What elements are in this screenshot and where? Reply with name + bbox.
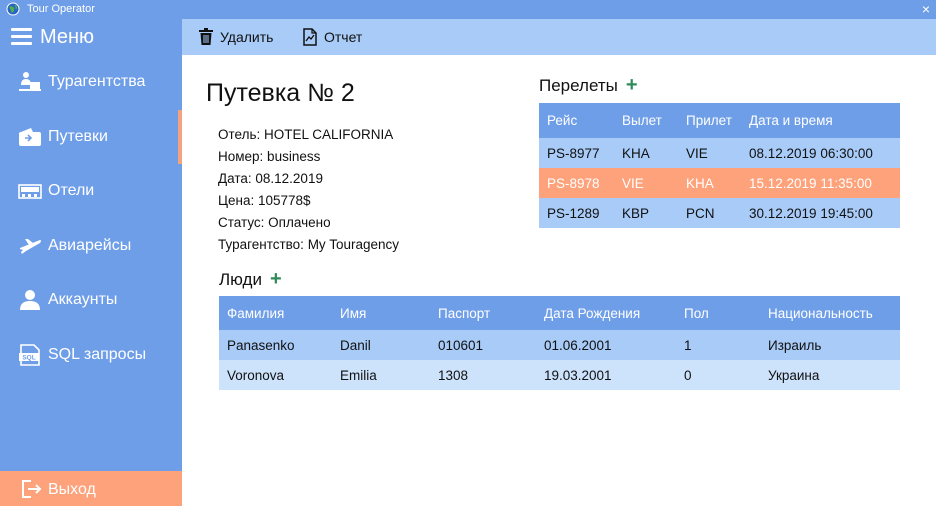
toolbar: Удалить Отчет [182, 19, 936, 55]
delete-label: Удалить [220, 29, 274, 45]
people-section-title: Люди + [219, 269, 282, 290]
table-cell: Voronova [219, 360, 332, 390]
table-row[interactable]: Voronova Emilia 1308 19.03.2001 0 Украин… [219, 360, 900, 390]
globe-icon [6, 2, 20, 16]
table-cell: PCN [678, 198, 741, 228]
table-cell: Израиль [760, 330, 900, 360]
sidebar-item-sql[interactable]: SQL SQL запросы [0, 328, 182, 382]
user-icon [20, 290, 40, 310]
column-header[interactable]: Вылет [614, 103, 678, 138]
table-row[interactable]: PS-8977 KHA VIE 08.12.2019 06:30:00 [539, 138, 900, 168]
table-cell: 1 [676, 330, 760, 360]
hamburger-icon [11, 28, 32, 45]
table-row[interactable]: PS-1289 KBP PCN 30.12.2019 19:45:00 [539, 198, 900, 228]
table-cell: Украина [760, 360, 900, 390]
table-cell: VIE [678, 138, 741, 168]
sidebar-item-accounts[interactable]: Аккаунты [0, 273, 182, 327]
sidebar-item-vouchers[interactable]: Путевки [0, 110, 182, 164]
table-header-row: Рейс Вылет Прилет Дата и время [539, 103, 900, 138]
flights-table: Рейс Вылет Прилет Дата и время PS-8977 K… [539, 103, 900, 228]
logout-button[interactable]: Выход [0, 471, 182, 506]
menu-toggle[interactable]: Меню [0, 19, 182, 55]
column-header[interactable]: Прилет [678, 103, 741, 138]
add-person-button[interactable]: + [270, 268, 282, 290]
column-header[interactable]: Имя [332, 296, 430, 330]
sidebar: Меню Турагентства Путевки Отели Авиарейс… [0, 19, 182, 506]
airplane-icon [20, 239, 41, 254]
sql-icon: SQL [19, 344, 40, 366]
sidebar-item-hotels[interactable]: Отели [0, 164, 182, 218]
voucher-icon [19, 128, 41, 146]
table-cell: 19.03.2001 [536, 360, 676, 390]
flights-section-title: Перелеты + [539, 75, 638, 96]
table-cell: KHA [678, 168, 741, 198]
column-header[interactable]: Дата Рождения [536, 296, 676, 330]
sidebar-item-agencies[interactable]: Турагентства [0, 55, 182, 109]
people-table: Фамилия Имя Паспорт Дата Рождения Пол На… [219, 296, 900, 390]
table-header-row: Фамилия Имя Паспорт Дата Рождения Пол На… [219, 296, 900, 330]
svg-text:SQL: SQL [22, 355, 35, 362]
table-row[interactable]: Panasenko Danil 010601 01.06.2001 1 Изра… [219, 330, 900, 360]
agency-field: Турагентство: My Touragency [218, 237, 399, 252]
sidebar-item-label: Отели [48, 182, 95, 199]
table-cell: PS-8978 [539, 168, 614, 198]
logout-label: Выход [48, 481, 96, 498]
table-cell: KBP [614, 198, 678, 228]
sidebar-item-flights[interactable]: Авиарейсы [0, 219, 182, 273]
voucher-details: Отель: HOTEL CALIFORNIA Номер: business … [218, 124, 399, 256]
column-header[interactable]: Рейс [539, 103, 614, 138]
table-cell: 0 [676, 360, 760, 390]
hotel-field: Отель: HOTEL CALIFORNIA [218, 127, 394, 142]
logout-icon [22, 480, 42, 498]
delete-button[interactable]: Удалить [198, 19, 273, 55]
table-cell: PS-8977 [539, 138, 614, 168]
table-cell: 01.06.2001 [536, 330, 676, 360]
column-header[interactable]: Паспорт [430, 296, 536, 330]
column-header[interactable]: Фамилия [219, 296, 332, 330]
table-cell: 08.12.2019 06:30:00 [741, 138, 900, 168]
sidebar-item-label: Авиарейсы [48, 237, 132, 254]
table-cell: Danil [332, 330, 430, 360]
sidebar-item-label: Путевки [48, 128, 108, 145]
close-icon[interactable]: × [922, 1, 930, 17]
report-icon [303, 28, 317, 46]
table-cell: 30.12.2019 19:45:00 [741, 198, 900, 228]
column-header[interactable]: Дата и время [741, 103, 900, 138]
column-header[interactable]: Пол [676, 296, 760, 330]
sidebar-item-label: SQL запросы [48, 346, 147, 363]
title-bar: Tour Operator × [0, 0, 936, 19]
people-title: Люди [219, 270, 262, 289]
menu-label: Меню [40, 26, 95, 48]
table-cell: VIE [614, 168, 678, 198]
table-cell: Panasenko [219, 330, 332, 360]
window-title: Tour Operator [27, 3, 95, 15]
date-field: Дата: 08.12.2019 [218, 171, 323, 186]
sidebar-item-label: Аккаунты [48, 291, 118, 308]
table-cell: 15.12.2019 11:35:00 [741, 168, 900, 198]
column-header[interactable]: Национальность [760, 296, 900, 330]
page-title: Путевка № 2 [206, 79, 355, 107]
report-button[interactable]: Отчет [302, 19, 362, 55]
trash-icon [199, 28, 213, 45]
table-cell: Emilia [332, 360, 430, 390]
table-cell: 1308 [430, 360, 536, 390]
hotel-icon [18, 184, 42, 199]
table-cell: PS-1289 [539, 198, 614, 228]
status-field: Статус: Оплачено [218, 215, 331, 230]
table-row-selected[interactable]: PS-8978 VIE KHA 15.12.2019 11:35:00 [539, 168, 900, 198]
flights-title: Перелеты [539, 76, 618, 95]
sidebar-item-label: Турагентства [48, 73, 146, 90]
table-cell: KHA [614, 138, 678, 168]
room-field: Номер: business [218, 149, 321, 164]
agency-icon [19, 72, 41, 91]
add-flight-button[interactable]: + [626, 74, 638, 96]
price-field: Цена: 105778$ [218, 193, 311, 208]
report-label: Отчет [324, 29, 363, 45]
table-cell: 010601 [430, 330, 536, 360]
